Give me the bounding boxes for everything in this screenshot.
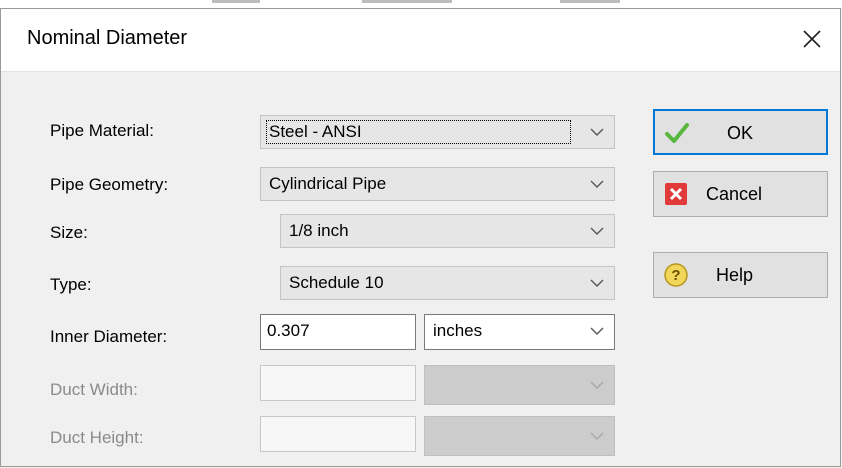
help-label: Help	[716, 265, 754, 285]
size-label: Size:	[50, 223, 88, 242]
duct-width-unit-dropdown[interactable]	[424, 365, 615, 405]
pipe-material-dropdown[interactable]: Steel - ANSI	[260, 115, 615, 149]
inner-diameter-label: Inner Diameter:	[50, 327, 168, 346]
pipe-material-value: Steel - ANSI	[269, 122, 362, 141]
type-label: Type:	[50, 275, 92, 294]
type-dropdown[interactable]: Schedule 10	[280, 266, 615, 300]
chevron-down-icon	[590, 381, 604, 389]
ok-label: OK	[727, 123, 754, 143]
nominal-diameter-dialog: Nominal Diameter Pipe Material: Steel - …	[0, 8, 841, 467]
pipe-material-label: Pipe Material:	[50, 121, 154, 140]
size-dropdown[interactable]: 1/8 inch	[280, 214, 615, 248]
chevron-down-icon	[590, 180, 604, 188]
cancel-x-icon	[665, 183, 687, 205]
type-value: Schedule 10	[289, 273, 384, 292]
chevron-down-icon	[590, 227, 604, 235]
size-value: 1/8 inch	[289, 221, 349, 240]
inner-diameter-unit-dropdown[interactable]: inches	[424, 314, 615, 350]
help-button[interactable]: ? Help	[653, 252, 828, 298]
cancel-button[interactable]: Cancel	[653, 171, 828, 217]
duct-height-input[interactable]	[260, 416, 416, 452]
close-button[interactable]	[794, 21, 830, 57]
dialog-title: Nominal Diameter	[27, 27, 188, 49]
background-window-edge	[0, 0, 842, 8]
duct-width-input[interactable]	[260, 365, 416, 401]
close-icon	[803, 30, 821, 48]
inner-diameter-input[interactable]: 0.307	[260, 314, 416, 350]
cancel-label: Cancel	[706, 184, 763, 204]
chevron-down-icon	[590, 327, 604, 335]
chevron-down-icon	[590, 128, 604, 136]
help-question-icon: ?	[664, 263, 688, 287]
ok-button[interactable]: OK	[653, 109, 828, 155]
title-bar: Nominal Diameter	[1, 9, 840, 72]
svg-text:?: ?	[671, 267, 680, 284]
inner-diameter-unit-value: inches	[433, 321, 483, 340]
duct-height-unit-dropdown[interactable]	[424, 416, 615, 456]
checkmark-icon	[665, 123, 689, 143]
inner-diameter-value: 0.307	[267, 321, 310, 340]
pipe-geometry-label: Pipe Geometry:	[50, 175, 169, 194]
pipe-geometry-value: Cylindrical Pipe	[269, 174, 387, 193]
duct-height-label: Duct Height:	[50, 428, 144, 447]
chevron-down-icon	[590, 432, 604, 440]
pipe-geometry-dropdown[interactable]: Cylindrical Pipe	[260, 167, 615, 201]
duct-width-label: Duct Width:	[50, 380, 138, 399]
chevron-down-icon	[590, 279, 604, 287]
